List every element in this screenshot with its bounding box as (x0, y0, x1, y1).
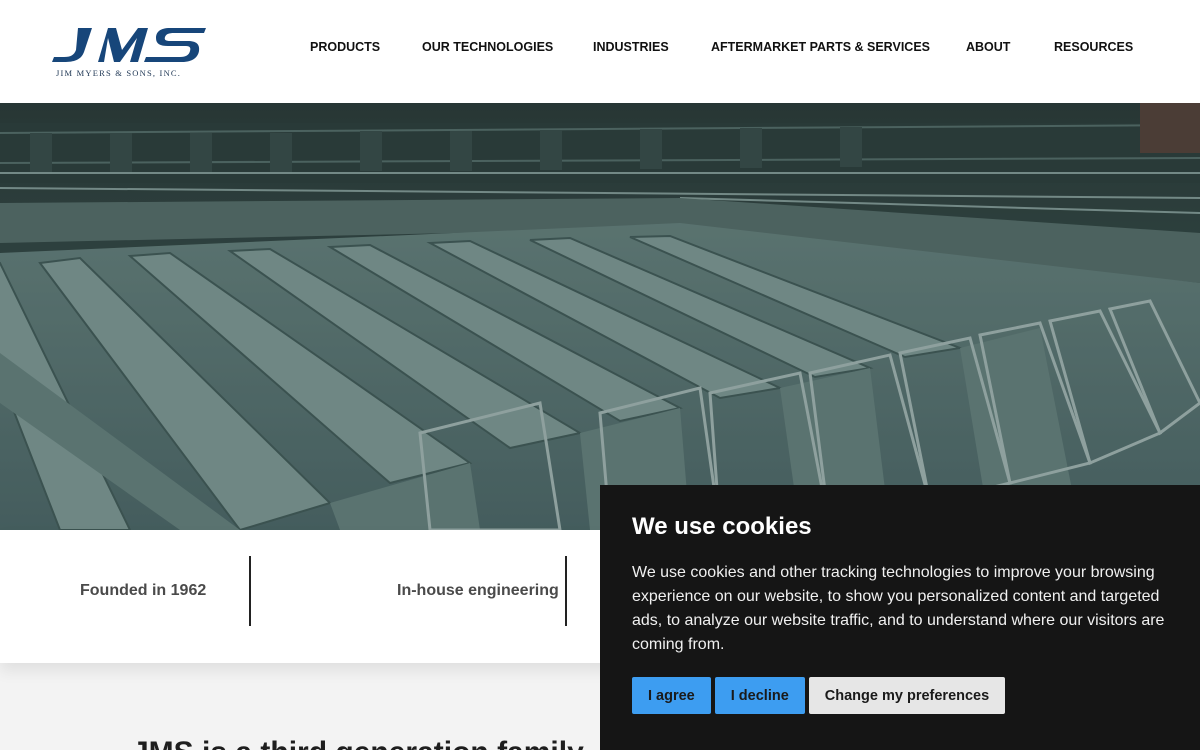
nav-products[interactable]: PRODUCTS (310, 40, 380, 54)
feature-founded: Founded in 1962 (80, 582, 207, 599)
change-preferences-button[interactable]: Change my preferences (808, 677, 1006, 714)
cookie-banner: We use cookies We use cookies and other … (600, 485, 1200, 750)
nav-our-technologies[interactable]: OUR TECHNOLOGIES (422, 40, 553, 54)
feature-divider (565, 556, 567, 626)
site-header: JIM MYERS & SONS, INC. PRODUCTS OUR TECH… (0, 0, 1200, 103)
feature-in-house-engineering: In-house engineering (397, 582, 559, 599)
cookie-description: We use cookies and other tracking techno… (632, 564, 1165, 653)
feature-divider (249, 556, 251, 626)
hero-image (0, 103, 1200, 530)
about-heading: JMS is a third generation family... (132, 736, 607, 750)
nav-industries[interactable]: INDUSTRIES (593, 40, 669, 54)
nav-resources[interactable]: RESOURCES (1054, 40, 1133, 54)
cookie-title: We use cookies (632, 513, 812, 540)
main-nav: PRODUCTS OUR TECHNOLOGIES INDUSTRIES AFT… (0, 40, 1200, 56)
agree-button[interactable]: I agree (632, 677, 711, 714)
treatment-basin-illustration (0, 103, 1200, 530)
nav-about[interactable]: ABOUT (966, 40, 1010, 54)
cookie-actions: I agree I decline Change my preferences (632, 677, 1006, 714)
decline-button[interactable]: I decline (714, 677, 805, 714)
nav-aftermarket-parts-services[interactable]: AFTERMARKET PARTS & SERVICES (711, 40, 930, 54)
logo-tagline: JIM MYERS & SONS, INC. (56, 68, 182, 78)
